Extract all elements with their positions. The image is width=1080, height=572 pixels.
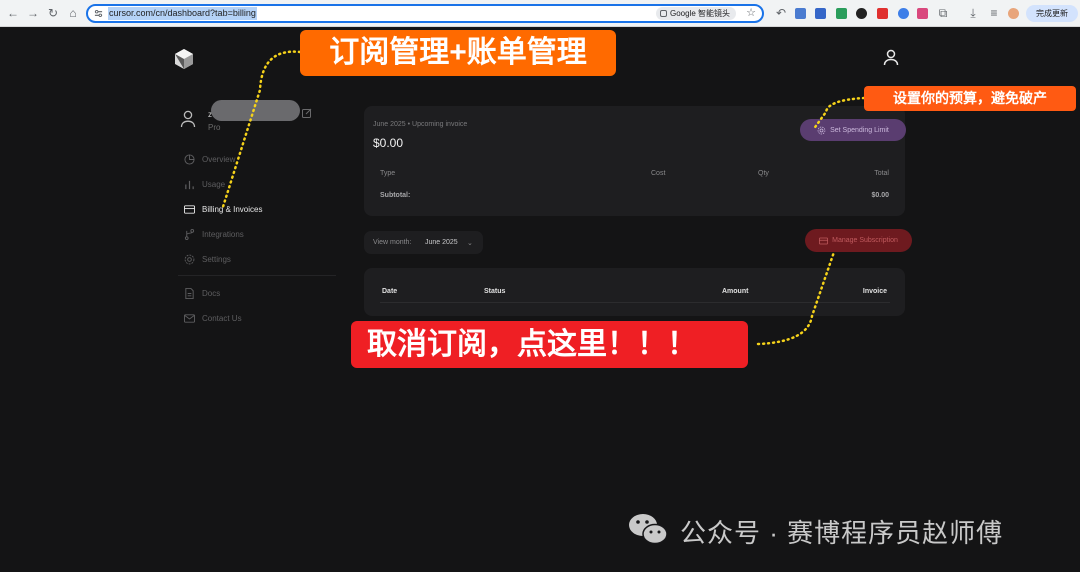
download-icon[interactable]: ⤓ [966,6,980,20]
sidebar-item-integrations[interactable]: Integrations [184,227,244,241]
browser-toolbar: ← → ↻ ⌂ cursor.com/cn/dashboard?tab=bill… [0,0,1080,27]
sidebar-item-docs[interactable]: Docs [184,286,220,300]
edit-profile-icon[interactable] [302,108,312,118]
invoice-amount: $0.00 [373,136,404,150]
profile-plan: Pro [208,123,221,132]
bar-chart-icon [185,180,194,189]
url-text[interactable]: cursor.com/cn/dashboard?tab=billing [108,7,257,20]
gear-icon [817,126,826,134]
sidebar-item-usage[interactable]: Usage [184,177,225,191]
branch-icon [184,228,195,240]
extension-red-icon[interactable] [877,8,888,19]
annotation-cancel-subscription: 取消订阅，点这里！！！ [351,321,748,368]
col-cost: Cost [651,170,666,177]
extension-pink-icon[interactable] [917,8,928,19]
upcoming-invoice-card: June 2025 • Upcoming invoice $0.00 Set S… [364,106,906,216]
site-info-icon[interactable] [94,9,103,18]
credit-card-icon [819,237,829,244]
col-date: Date [382,288,398,295]
home-icon[interactable]: ⌂ [66,6,80,20]
credit-card-icon [184,204,195,214]
extension-blue-dot-icon[interactable] [898,8,909,19]
document-icon [185,287,194,299]
update-button[interactable]: 完成更新 [1026,5,1078,22]
google-lens-chip[interactable]: Google 智能镜头 [655,7,736,20]
forward-icon[interactable]: → [26,6,40,20]
col-type: Type [380,170,396,177]
extensions-puzzle-icon[interactable]: ⧉ [936,6,950,20]
wechat-logo-icon [629,514,668,545]
profile-avatar-icon [180,110,196,128]
redacted-name-overlay [211,100,300,121]
extension-m-icon[interactable] [836,8,847,19]
back-icon[interactable]: ← [6,6,20,20]
manage-subscription-button[interactable]: Manage Subscription [805,229,912,252]
extension-s-icon[interactable] [815,8,826,19]
subtotal-label: Subtotal: [380,192,411,199]
user-account-icon[interactable] [882,48,900,66]
extension-circle-icon[interactable] [856,8,867,19]
col-amount: Amount [722,288,749,295]
extension-screenshot-icon[interactable] [795,8,806,19]
lens-icon [659,10,667,17]
view-month-value: June 2025 [425,239,458,246]
gear-icon [184,254,195,264]
pie-chart-icon [184,153,195,165]
sidebar-item-overview[interactable]: Overview [184,152,235,166]
sidebar-item-settings[interactable]: Settings [184,252,231,266]
reading-list-icon[interactable]: ≡ [987,6,1001,20]
mail-icon [184,313,195,323]
view-month-select[interactable]: View month: June 2025 ⌄ [364,231,483,254]
cursor-logo-icon[interactable] [174,48,194,70]
annotation-billing-management: 订阅管理+账单管理 [300,30,616,76]
history-back-icon[interactable]: ↶ [774,6,788,20]
subtotal-value: $0.00 [871,192,889,199]
watermark-text: 公众号 · 赛博程序员赵师傅 [680,518,1004,548]
invoice-history-table: Date Status Amount Invoice [364,268,905,316]
col-total: Total [874,170,889,177]
col-status: Status [484,288,506,295]
reload-icon[interactable]: ↻ [46,6,60,20]
table-divider [380,302,890,303]
col-qty: Qty [758,170,769,177]
sidebar-item-contact[interactable]: Contact Us [184,311,242,325]
annotation-set-budget: 设置你的预算，避免破产 [864,86,1076,111]
bookmark-star-icon[interactable]: ☆ [746,6,756,19]
col-invoice: Invoice [862,288,887,295]
chevron-down-icon: ⌄ [467,240,473,247]
sidebar-divider [178,275,336,276]
address-bar[interactable]: cursor.com/cn/dashboard?tab=billing Goog… [86,4,764,23]
invoice-period-label: June 2025 • Upcoming invoice [373,121,468,128]
profile-avatar-icon[interactable] [1008,8,1019,19]
sidebar-item-billing[interactable]: Billing & Invoices [184,202,262,216]
set-spending-limit-button[interactable]: Set Spending Limit [800,119,906,141]
